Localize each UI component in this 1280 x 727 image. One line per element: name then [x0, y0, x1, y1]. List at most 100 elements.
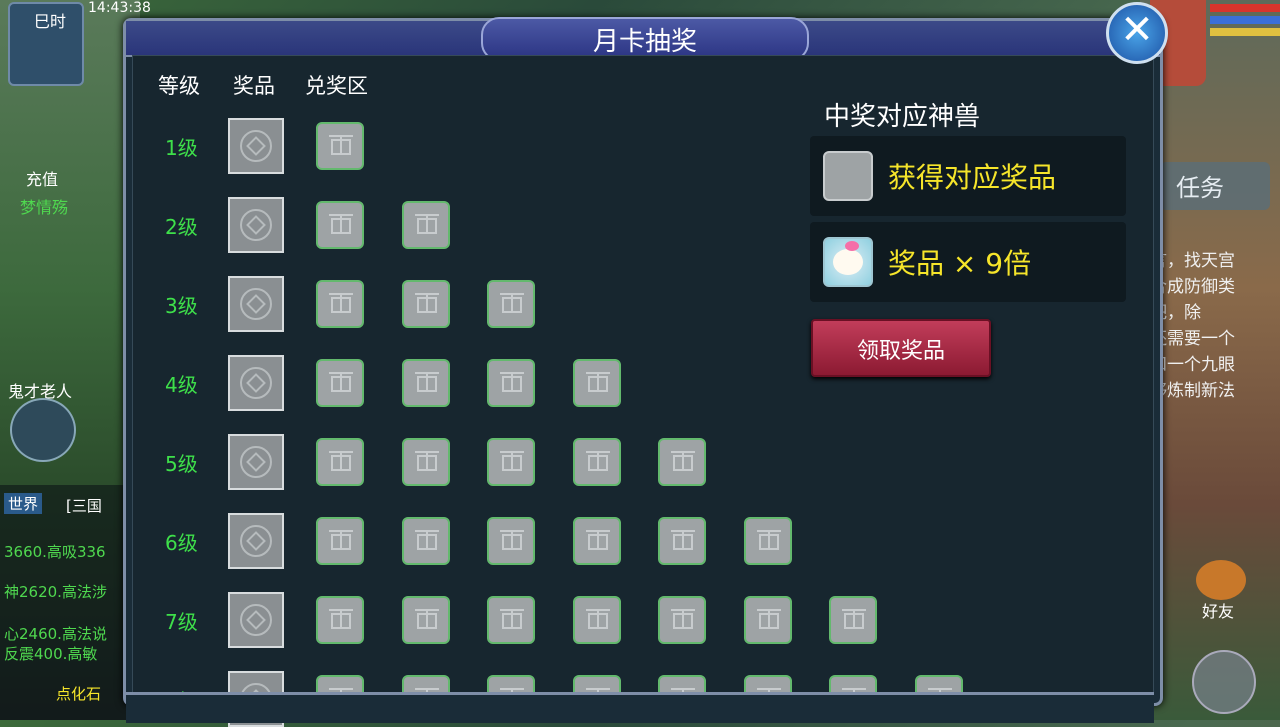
level-label: 1级: [165, 136, 198, 160]
close-icon: ✕: [1120, 7, 1154, 53]
gift-icon: [500, 451, 524, 471]
gift-icon: [823, 151, 873, 201]
gift-slot[interactable]: [402, 517, 450, 565]
gift-icon: [329, 609, 353, 629]
prize-slot[interactable]: [228, 434, 284, 490]
task-line: 吧，除: [1150, 303, 1201, 323]
gift-slot[interactable]: [402, 201, 450, 249]
gift-slot[interactable]: [316, 122, 364, 170]
coin-icon: [240, 209, 272, 241]
gift-icon: [671, 609, 695, 629]
reward-row-multiplier: 奖品 × 9倍: [810, 222, 1126, 302]
level-label: 4级: [165, 373, 198, 397]
gift-icon: [586, 609, 610, 629]
chat-line: 神2620.高法涉: [4, 583, 107, 601]
gift-slot[interactable]: [316, 517, 364, 565]
gift-slot[interactable]: [402, 438, 450, 486]
gift-icon: [415, 214, 439, 234]
prize-slot[interactable]: [228, 592, 284, 648]
gift-slot[interactable]: [658, 596, 706, 644]
chat-line: 3660.高吸336: [4, 543, 106, 561]
gift-icon: [842, 609, 866, 629]
coin-icon: [240, 604, 272, 636]
pet-icon: [823, 237, 873, 287]
close-button[interactable]: ✕: [1106, 2, 1168, 64]
level-label: 7级: [165, 610, 198, 634]
friend-label[interactable]: 好友: [1202, 598, 1234, 622]
gift-slot[interactable]: [316, 438, 364, 486]
gift-icon: [671, 530, 695, 550]
gift-icon: [415, 530, 439, 550]
gift-icon: [329, 214, 353, 234]
gift-icon: [500, 372, 524, 392]
chat-bubble-icon[interactable]: [10, 398, 76, 462]
prize-slot[interactable]: [228, 197, 284, 253]
gift-slot[interactable]: [658, 517, 706, 565]
task-line: 和一个九眼: [1150, 355, 1235, 375]
chat-line: 心2460.高法说: [4, 625, 107, 643]
gift-slot[interactable]: [487, 596, 535, 644]
gift-icon: [500, 293, 524, 313]
gift-icon: [500, 609, 524, 629]
task-line: 合成防御类: [1150, 277, 1235, 297]
dream-label: 梦情殇: [20, 198, 69, 217]
gift-slot[interactable]: [573, 359, 621, 407]
prize-slot[interactable]: [228, 118, 284, 174]
chat-prefix: [三国: [66, 497, 102, 515]
chat-panel: 世界 [三国 3660.高吸336 神2620.高法涉 心2460.高法说 反震…: [0, 485, 135, 720]
gift-slot[interactable]: [316, 280, 364, 328]
gift-slot[interactable]: [658, 438, 706, 486]
dialog-title: 月卡抽奖: [592, 27, 697, 57]
gift-slot[interactable]: [402, 596, 450, 644]
xp-bar: [1210, 28, 1280, 36]
dialog-title-bar: 月卡抽奖: [126, 17, 1160, 61]
time-indicator[interactable]: 巳时: [8, 2, 84, 86]
gift-slot[interactable]: [573, 438, 621, 486]
reward-row-item: 获得对应奖品: [810, 136, 1126, 216]
handshake-icon[interactable]: [1196, 560, 1246, 600]
gift-slot[interactable]: [744, 517, 792, 565]
gift-icon: [757, 530, 781, 550]
header-exchange: 兑奖区: [305, 74, 368, 98]
coin-icon: [240, 288, 272, 320]
claim-prize-button[interactable]: 领取奖品: [811, 319, 991, 377]
gift-slot[interactable]: [402, 359, 450, 407]
gift-slot[interactable]: [316, 596, 364, 644]
gift-icon: [329, 372, 353, 392]
gift-icon: [500, 530, 524, 550]
gift-slot[interactable]: [573, 517, 621, 565]
close-menu-icon[interactable]: [1192, 650, 1256, 714]
gift-icon: [586, 530, 610, 550]
gift-slot[interactable]: [402, 280, 450, 328]
prize-slot[interactable]: [228, 355, 284, 411]
chat-channel-tab[interactable]: 世界: [4, 493, 43, 514]
gift-slot[interactable]: [744, 596, 792, 644]
gift-slot[interactable]: [487, 438, 535, 486]
gift-slot[interactable]: [487, 517, 535, 565]
chat-line: 反震400.高敏: [4, 645, 98, 663]
gift-slot[interactable]: [829, 596, 877, 644]
prize-slot[interactable]: [228, 513, 284, 569]
gift-slot[interactable]: [316, 359, 364, 407]
gift-slot[interactable]: [487, 359, 535, 407]
task-line: 言，找天宫: [1150, 251, 1235, 271]
chat-line: 点化石: [56, 685, 102, 703]
coin-icon: [240, 446, 272, 478]
gift-icon: [586, 451, 610, 471]
gift-icon: [415, 609, 439, 629]
gift-icon: [329, 135, 353, 155]
gift-slot[interactable]: [487, 280, 535, 328]
gift-slot[interactable]: [573, 596, 621, 644]
task-tab-label: 任务: [1176, 174, 1224, 202]
gift-icon: [757, 609, 781, 629]
recharge-label[interactable]: 充值: [26, 166, 58, 190]
gift-icon: [586, 372, 610, 392]
task-line: 够炼制新法: [1150, 381, 1235, 401]
gift-icon: [329, 530, 353, 550]
level-label: 5级: [165, 452, 198, 476]
coin-icon: [240, 525, 272, 557]
level-label: 3级: [165, 294, 198, 318]
gift-slot[interactable]: [316, 201, 364, 249]
prize-slot[interactable]: [228, 276, 284, 332]
header-level: 等级: [158, 74, 200, 98]
